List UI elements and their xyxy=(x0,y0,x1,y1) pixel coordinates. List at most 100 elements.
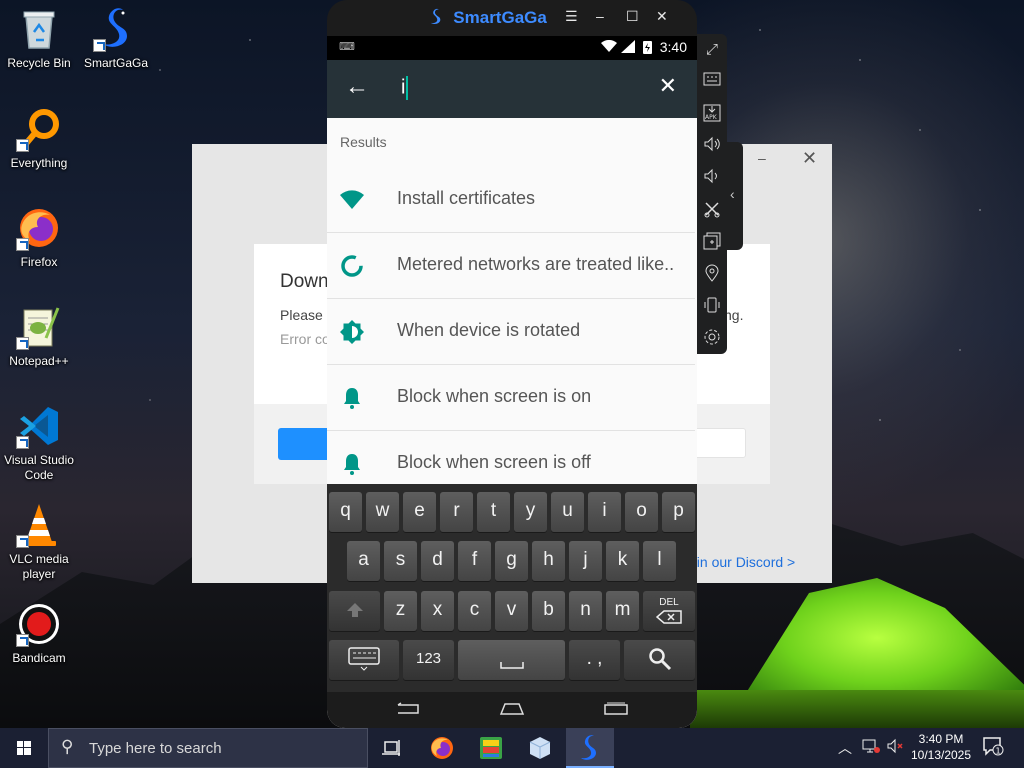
desktop-icon-label: Bandicam xyxy=(12,651,66,665)
key-h[interactable]: h xyxy=(532,541,565,581)
key-t[interactable]: t xyxy=(477,492,510,532)
start-button[interactable] xyxy=(0,728,48,768)
desktop-icon-everything[interactable]: Everything xyxy=(1,106,77,171)
key-k[interactable]: k xyxy=(606,541,639,581)
minimize-button[interactable]: – xyxy=(596,8,604,24)
maximize-button[interactable]: ☐ xyxy=(626,8,639,25)
search-key[interactable] xyxy=(624,640,695,680)
numbers-key[interactable]: 123 xyxy=(403,640,454,680)
nav-home-button[interactable] xyxy=(498,702,526,716)
chevron-up-icon[interactable]: ︿ xyxy=(838,738,852,758)
desktop-icon-vscode[interactable]: Visual Studio Code xyxy=(1,403,77,483)
punctuation-key[interactable]: . , xyxy=(569,640,620,680)
key-c[interactable]: c xyxy=(458,591,491,631)
search-result-item[interactable]: Block when screen is on xyxy=(327,365,695,431)
settings-search-bar: ← i ✕ xyxy=(327,60,697,118)
desktop-icon-recycle-bin[interactable]: Recycle Bin xyxy=(1,6,77,71)
nav-recents-button[interactable] xyxy=(602,702,630,716)
nav-back-button[interactable] xyxy=(394,702,422,716)
bell-icon xyxy=(339,451,365,477)
search-input[interactable]: i xyxy=(401,76,409,100)
key-x[interactable]: x xyxy=(421,591,454,631)
desktop-icon-label: VLC media player xyxy=(9,552,69,581)
system-clock[interactable]: 3:40 PM 10/13/2025 xyxy=(896,731,986,763)
scissors-icon[interactable] xyxy=(702,200,722,220)
search-result-item[interactable]: Install certificates xyxy=(327,167,695,233)
key-l[interactable]: l xyxy=(643,541,676,581)
discord-link[interactable]: oin our Discord > xyxy=(689,554,795,570)
soft-keyboard: q w e r t y u i o p a s d f g h j k l z … xyxy=(327,484,697,692)
multi-instance-icon[interactable] xyxy=(702,232,722,252)
key-f[interactable]: f xyxy=(458,541,491,581)
key-a[interactable]: a xyxy=(347,541,380,581)
settings-icon[interactable] xyxy=(702,328,722,348)
taskbar-cube-app-icon[interactable] xyxy=(516,728,564,768)
key-y[interactable]: y xyxy=(514,492,547,532)
smartgaga-emulator-window: SmartGaGa ☰ – ☐ ✕ ⌨ 3:40 ← i ✕ Results I… xyxy=(327,0,697,728)
dialog-minimize-button[interactable]: – xyxy=(758,150,772,166)
key-e[interactable]: e xyxy=(403,492,436,532)
network-icon[interactable] xyxy=(862,738,880,757)
search-result-item[interactable]: Metered networks are treated like.. xyxy=(327,233,695,299)
shift-key[interactable] xyxy=(329,591,380,631)
key-o[interactable]: o xyxy=(625,492,658,532)
shortcut-arrow-icon xyxy=(93,39,106,52)
key-q[interactable]: q xyxy=(329,492,362,532)
delete-key[interactable]: DEL xyxy=(643,591,695,631)
shortcut-arrow-icon xyxy=(16,436,29,449)
volume-down-icon[interactable] xyxy=(702,168,722,188)
key-n[interactable]: n xyxy=(569,591,602,631)
delete-label: DEL xyxy=(659,597,679,608)
desktop-icon-vlc[interactable]: VLC media player xyxy=(1,502,77,582)
desktop-icon-notepad-plus-plus[interactable]: Notepad++ xyxy=(1,304,77,369)
shortcut-arrow-icon xyxy=(16,238,29,251)
volume-up-icon[interactable] xyxy=(702,136,722,156)
shake-icon[interactable] xyxy=(702,296,722,316)
key-i[interactable]: i xyxy=(588,492,621,532)
key-r[interactable]: r xyxy=(440,492,473,532)
key-b[interactable]: b xyxy=(532,591,565,631)
desktop-icon-bandicam[interactable]: Bandicam xyxy=(1,601,77,666)
space-bar-icon xyxy=(499,662,524,669)
key-d[interactable]: d xyxy=(421,541,454,581)
backspace-icon xyxy=(655,610,682,624)
key-m[interactable]: m xyxy=(606,591,639,631)
key-z[interactable]: z xyxy=(384,591,417,631)
dialog-close-button[interactable]: ✕ xyxy=(802,148,817,169)
keyboard-icon[interactable] xyxy=(702,72,722,92)
shortcut-arrow-icon xyxy=(16,337,29,350)
task-view-icon[interactable] xyxy=(368,728,416,768)
taskbar-search-box[interactable]: ⚲ Type here to search xyxy=(48,728,368,768)
menu-icon[interactable]: ☰ xyxy=(565,8,578,25)
result-text: When device is rotated xyxy=(397,320,581,340)
android-nav-bar xyxy=(327,692,697,728)
keyboard-switch-key[interactable] xyxy=(329,640,399,680)
desktop-icon-smartgaga[interactable]: SmartGaGa xyxy=(78,6,154,71)
fullscreen-icon[interactable]: ⤢ xyxy=(702,40,722,60)
key-j[interactable]: j xyxy=(569,541,602,581)
key-s[interactable]: s xyxy=(384,541,417,581)
clear-search-icon[interactable]: ✕ xyxy=(659,73,677,99)
key-w[interactable]: w xyxy=(366,492,399,532)
close-button[interactable]: ✕ xyxy=(656,8,668,25)
key-v[interactable]: v xyxy=(495,591,528,631)
search-result-item[interactable]: When device is rotated xyxy=(327,299,695,365)
shift-arrow-icon xyxy=(346,602,363,617)
key-g[interactable]: g xyxy=(495,541,528,581)
back-arrow-icon[interactable]: ← xyxy=(345,73,369,101)
windows-logo-icon xyxy=(17,741,31,755)
desktop-icon-label: Visual Studio Code xyxy=(4,453,74,482)
space-key[interactable] xyxy=(458,640,565,680)
taskbar-bluestacks-icon[interactable] xyxy=(467,728,515,768)
key-p[interactable]: p xyxy=(662,492,695,532)
key-u[interactable]: u xyxy=(551,492,584,532)
taskbar-smartgaga-icon[interactable] xyxy=(566,728,614,768)
desktop-icon-firefox[interactable]: Firefox xyxy=(1,205,77,270)
apk-install-icon[interactable]: APK xyxy=(702,104,722,124)
desktop-icon-label: Everything xyxy=(10,156,68,170)
notepad-plus-plus-icon xyxy=(16,304,62,350)
notification-center-icon[interactable]: 1 xyxy=(982,736,1004,759)
taskbar-firefox-icon[interactable] xyxy=(418,728,466,768)
location-icon[interactable] xyxy=(702,264,722,284)
side-toolbar-collapse[interactable]: ‹ xyxy=(727,142,743,250)
